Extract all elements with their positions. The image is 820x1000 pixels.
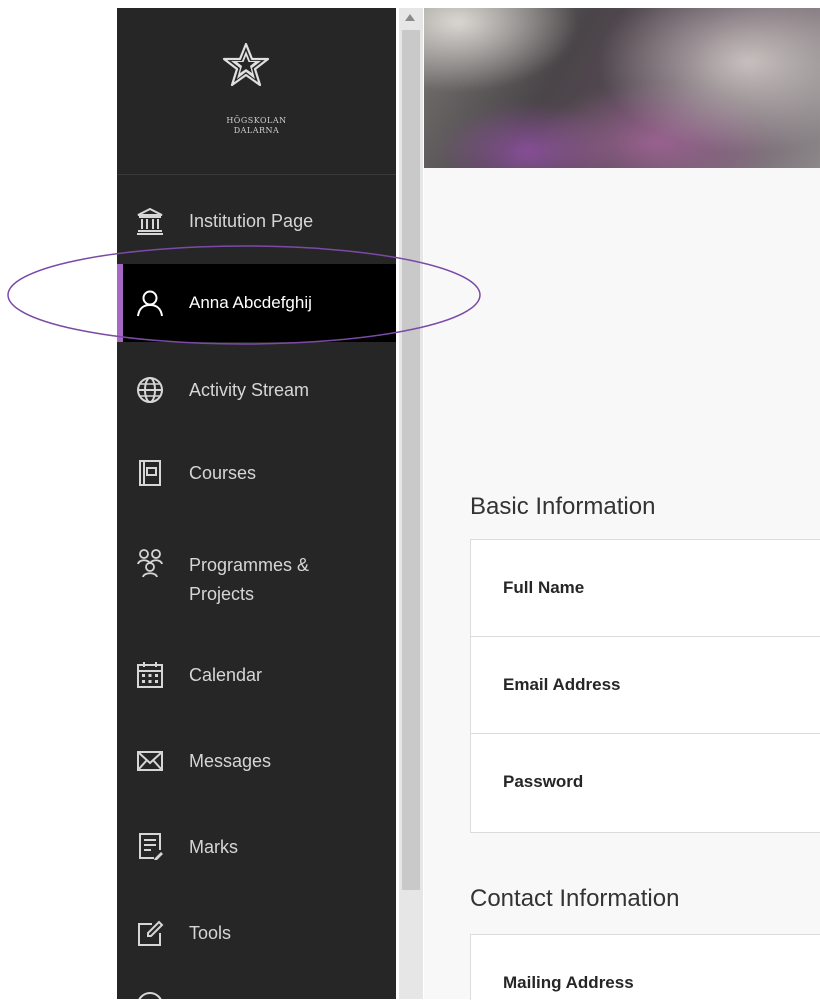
sidebar-item-label: Courses xyxy=(189,463,257,483)
email-address-label: Email Address xyxy=(503,675,621,694)
password-label: Password xyxy=(503,772,584,791)
sidebar-item-label-line1: Programmes & xyxy=(189,555,310,575)
institution-icon xyxy=(137,207,163,235)
banner-image xyxy=(424,8,820,168)
sidebar-item-tools[interactable]: Tools xyxy=(117,906,396,962)
contact-information-heading: Contact Information xyxy=(470,885,680,912)
help-icon xyxy=(138,992,162,999)
scroll-thumb[interactable] xyxy=(402,30,420,890)
sidebar-item-label-line2: Projects xyxy=(189,584,255,604)
scroll-up-arrow-icon[interactable] xyxy=(405,14,415,21)
sidebar-item-messages[interactable]: Messages xyxy=(117,734,396,790)
sidebar-item-programmes-projects[interactable]: Programmes & Projects xyxy=(117,534,396,614)
marks-icon xyxy=(139,833,163,860)
mailing-address-row[interactable]: Mailing Address xyxy=(471,935,820,1000)
sidebar-item-profile[interactable]: Anna Abcdefghij xyxy=(117,264,396,342)
logo-text-line1: HÖGSKOLAN xyxy=(226,116,287,125)
mailing-address-label: Mailing Address xyxy=(503,973,634,992)
sidebar-item-label: Marks xyxy=(189,837,238,857)
tools-icon xyxy=(138,920,164,946)
logo-text-line2: DALARNA xyxy=(233,126,280,135)
sidebar-item-calendar[interactable]: Calendar xyxy=(117,648,396,704)
sidebar-item-label: Tools xyxy=(189,923,232,943)
sidebar-item-marks[interactable]: Marks xyxy=(117,818,396,874)
full-name-row[interactable]: Full Name xyxy=(471,540,820,637)
sidebar-item-activity-stream[interactable]: Activity Stream xyxy=(117,362,396,418)
sidebar: HÖGSKOLAN DALARNA Institution Page Anna … xyxy=(117,8,396,999)
user-icon xyxy=(137,290,163,317)
full-name-label: Full Name xyxy=(503,578,585,597)
sidebar-item-courses[interactable]: Courses xyxy=(117,446,396,502)
globe-icon xyxy=(137,377,163,403)
sidebar-item-institution-page[interactable]: Institution Page xyxy=(117,194,396,250)
sidebar-item-label: Institution Page xyxy=(189,211,314,231)
calendar-icon xyxy=(137,662,163,688)
active-indicator xyxy=(117,264,123,342)
contact-information-card: Mailing Address xyxy=(470,934,820,1000)
sidebar-item-label: Messages xyxy=(189,751,272,771)
courses-icon xyxy=(139,460,161,486)
logo-area[interactable]: HÖGSKOLAN DALARNA xyxy=(117,8,396,175)
logo-star-icon xyxy=(222,42,270,87)
envelope-icon xyxy=(137,751,163,771)
email-address-row[interactable]: Email Address xyxy=(471,637,820,734)
people-icon xyxy=(137,549,163,578)
basic-information-card: Full Name Email Address Password xyxy=(470,539,820,833)
sidebar-item-label: Anna Abcdefghij xyxy=(189,293,312,312)
profile-banner xyxy=(424,8,820,168)
sidebar-item-label: Activity Stream xyxy=(189,380,310,400)
sidebar-item-more[interactable] xyxy=(117,982,396,999)
basic-information-heading: Basic Information xyxy=(470,493,656,520)
sidebar-item-label: Calendar xyxy=(189,665,263,685)
logo-text: HÖGSKOLAN DALARNA xyxy=(177,116,336,136)
sidebar-scrollbar[interactable] xyxy=(399,8,423,999)
password-row[interactable]: Password xyxy=(471,734,820,830)
